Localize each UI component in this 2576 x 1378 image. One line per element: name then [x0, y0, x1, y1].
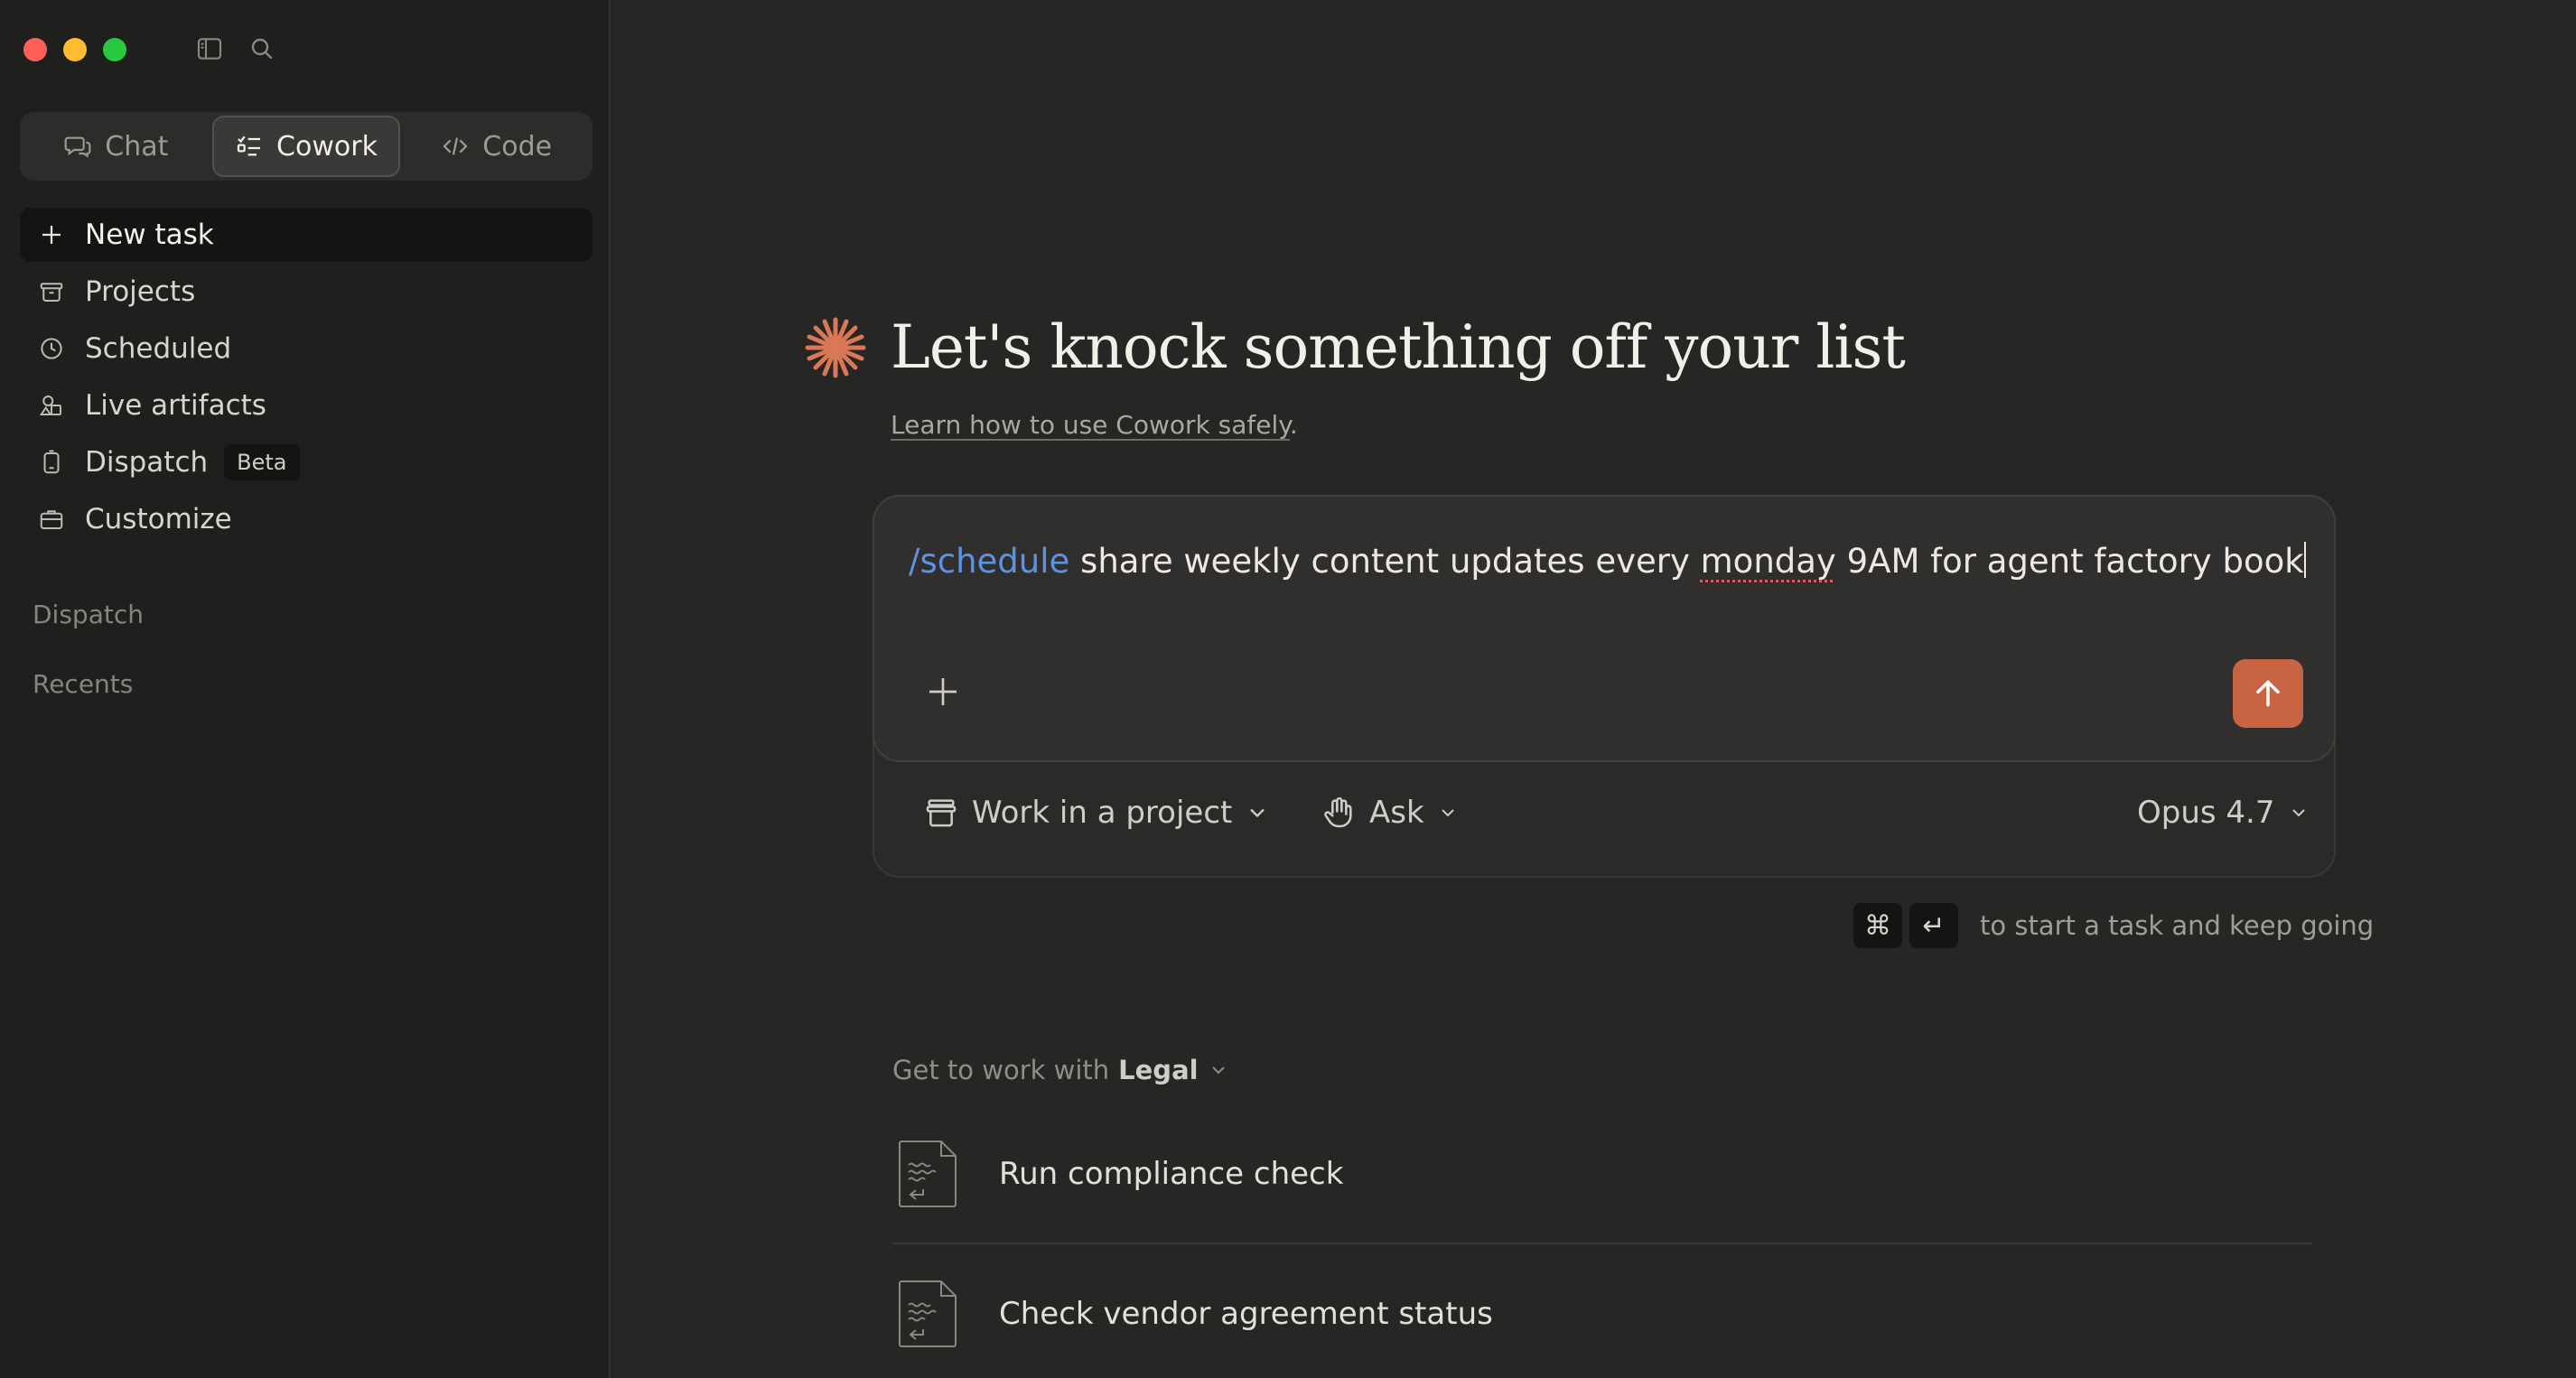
sidebar-item-label: New task	[85, 219, 214, 251]
project-selector[interactable]: Work in a project	[923, 795, 1270, 831]
learn-cowork-link[interactable]: Learn how to use Cowork safely	[891, 410, 1290, 440]
hand-icon	[1324, 796, 1352, 828]
mode-selector-label: Ask	[1369, 795, 1424, 831]
model-selector[interactable]: Opus 4.7	[2137, 795, 2310, 831]
sidebar-nav: New task Projects Scheduled Live artifac…	[20, 208, 593, 549]
archive-box-icon	[926, 799, 957, 827]
arrow-up-icon	[2256, 680, 2280, 707]
hero: Let's knock something off your list	[804, 312, 1906, 382]
tab-chat[interactable]: Chat	[23, 116, 209, 177]
task-suggestion[interactable]: Check vendor agreement status	[892, 1258, 2312, 1370]
sidebar-item-dispatch[interactable]: Dispatch Beta	[20, 435, 593, 489]
chevron-down-icon	[1250, 808, 1265, 818]
send-button[interactable]	[2233, 659, 2303, 728]
tab-code-label: Code	[482, 130, 553, 163]
close-window-button[interactable]	[23, 38, 47, 61]
text-caret	[2303, 542, 2306, 578]
chevron-down-icon[interactable]	[1208, 1059, 1229, 1081]
slash-command: /schedule	[909, 542, 1070, 581]
get-to-work-prefix: Get to work with	[892, 1055, 1110, 1085]
misspelled-word: monday	[1700, 542, 1836, 581]
window-controls	[23, 38, 126, 61]
prompt-text-before: share weekly content updates every	[1069, 542, 1701, 581]
sidebar-item-projects[interactable]: Projects	[20, 265, 593, 319]
task-suggestion[interactable]: Run compliance check	[892, 1118, 2312, 1230]
prompt-text-after: 9AM for agent factory book	[1835, 542, 2304, 581]
tab-cowork-label: Cowork	[276, 130, 378, 163]
tab-cowork[interactable]: Cowork	[211, 116, 401, 177]
sidebar-item-customize[interactable]: Customize	[20, 492, 593, 546]
checklist-icon	[237, 135, 261, 156]
sidebar-item-label: Scheduled	[85, 332, 232, 365]
sidebar-item-scheduled[interactable]: Scheduled	[20, 321, 593, 376]
sidebar: Chat Cowork Code New task Projects Sched…	[0, 0, 611, 1378]
keyboard-shortcut-hint: ⌘ ↵ to start a task and keep going	[1853, 903, 2374, 948]
sidebar-item-label: Live artifacts	[85, 389, 266, 422]
page-title: Let's knock something off your list	[891, 312, 1906, 382]
sidebar-item-label: Projects	[85, 275, 196, 308]
sidebar-item-label: Dispatch	[85, 446, 209, 479]
add-attachment-button[interactable]	[925, 674, 961, 713]
main-panel: Let's knock something off your list Lear…	[611, 0, 2576, 1378]
chevron-down-icon	[1441, 809, 1454, 817]
sidebar-item-new-task[interactable]: New task	[20, 208, 593, 262]
archive-box-icon	[40, 283, 63, 302]
briefcase-icon	[40, 510, 63, 529]
plugin-selector[interactable]: Legal	[1118, 1055, 1198, 1085]
chat-bubbles-icon	[64, 136, 91, 158]
document-icon	[899, 1141, 957, 1207]
learn-suffix: .	[1289, 410, 1298, 440]
task-label: Run compliance check	[999, 1156, 1344, 1192]
learn-line: Learn how to use Cowork safely.	[891, 410, 1298, 440]
sidebar-item-label: Customize	[85, 503, 232, 535]
app-window: Chat Cowork Code New task Projects Sched…	[0, 0, 2576, 1378]
mode-switcher: Chat Cowork Code	[20, 112, 593, 181]
task-label: Check vendor agreement status	[999, 1296, 1493, 1332]
model-selector-label: Opus 4.7	[2137, 795, 2275, 831]
tab-chat-label: Chat	[105, 130, 169, 163]
command-key: ⌘	[1853, 903, 1902, 948]
document-icon	[899, 1280, 957, 1347]
get-to-work-row: Get to work with Legal	[892, 1055, 1229, 1085]
sparkle-logo-icon	[805, 317, 866, 377]
plus-icon	[42, 226, 61, 244]
sidebar-item-live-artifacts[interactable]: Live artifacts	[20, 378, 593, 433]
shapes-icon	[39, 396, 61, 415]
project-selector-label: Work in a project	[972, 795, 1233, 831]
clock-icon	[41, 338, 62, 359]
plus-icon	[929, 678, 957, 705]
sidebar-toolbar	[195, 34, 276, 63]
prompt-input[interactable]: /schedule share weekly content updates e…	[909, 542, 2306, 581]
return-key: ↵	[1909, 903, 1958, 948]
mode-selector[interactable]: Ask	[1321, 795, 1459, 831]
beta-badge: Beta	[224, 444, 300, 480]
divider	[892, 1243, 2312, 1244]
sidebar-toggle-icon[interactable]	[195, 34, 224, 63]
maximize-window-button[interactable]	[103, 38, 126, 61]
section-recents[interactable]: Recents	[33, 669, 133, 699]
search-icon[interactable]	[247, 34, 276, 63]
phone-icon	[43, 450, 60, 474]
minimize-window-button[interactable]	[63, 38, 87, 61]
code-brackets-icon	[443, 137, 468, 155]
shortcut-hint-text: to start a task and keep going	[1980, 910, 2375, 941]
chevron-down-icon	[2291, 809, 2305, 817]
prompt-input-area[interactable]	[873, 495, 2336, 762]
tab-code[interactable]: Code	[404, 116, 589, 177]
section-dispatch[interactable]: Dispatch	[33, 600, 144, 629]
